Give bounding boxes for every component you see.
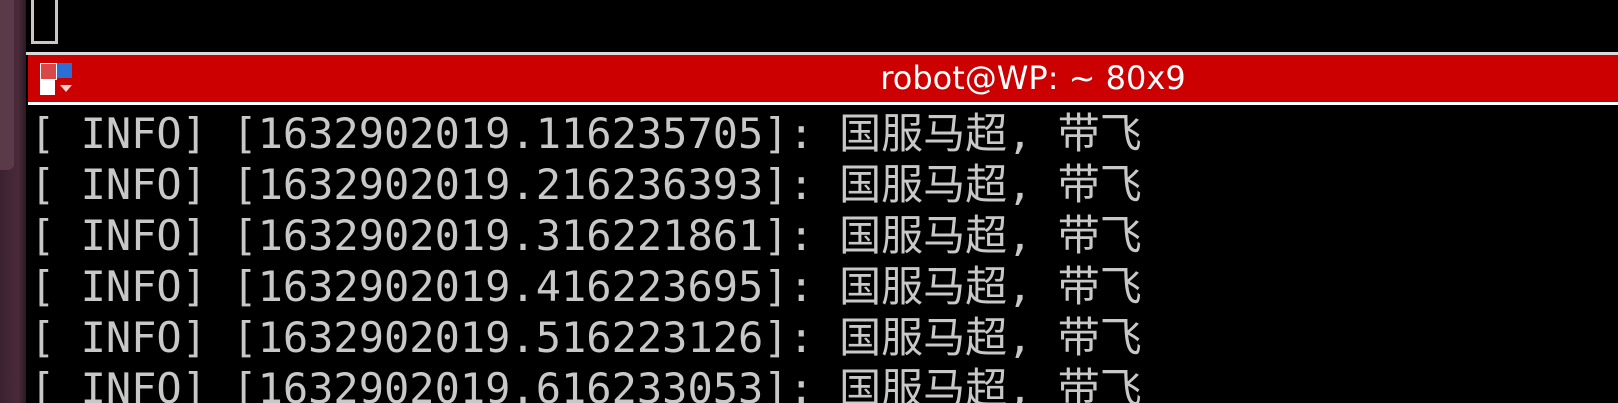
log-line: [ INFO] [1632902019.416223695]: 国服马超, 带飞	[30, 262, 1142, 311]
launcher-tab[interactable]	[0, 0, 14, 170]
window-title: robot@WP: ~ 80x9	[880, 59, 1186, 97]
terminal-output[interactable]: [ INFO] [1632902019.116235705]: 国服马超, 带飞…	[30, 108, 1618, 403]
log-line: [ INFO] [1632902019.516223126]: 国服马超, 带飞	[30, 313, 1142, 362]
log-line: [ INFO] [1632902019.116235705]: 国服马超, 带飞	[30, 109, 1142, 158]
log-line: [ INFO] [1632902019.616233053]: 国服马超, 带飞	[30, 364, 1142, 403]
desktop-launcher-edge	[0, 0, 26, 403]
terminal-titlebar[interactable]: robot@WP: ~ 80x9	[28, 55, 1618, 105]
upper-terminal-pane[interactable]	[26, 0, 1618, 52]
log-line: [ INFO] [1632902019.316221861]: 国服马超, 带飞	[30, 211, 1142, 260]
screen: robot@WP: ~ 80x9 [ INFO] [1632902019.116…	[0, 0, 1618, 403]
terminal-cursor	[31, 0, 58, 44]
log-line: [ INFO] [1632902019.216236393]: 国服马超, 带飞	[30, 160, 1142, 209]
